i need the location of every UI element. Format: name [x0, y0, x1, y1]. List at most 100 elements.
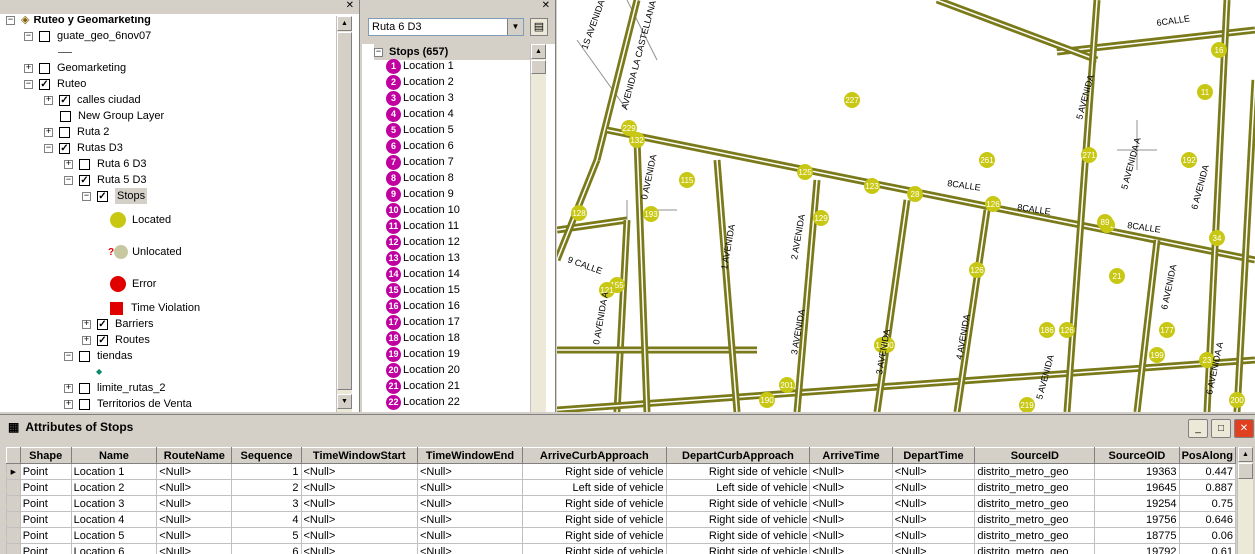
- collapse-icon[interactable]: −: [64, 176, 73, 185]
- table-cell[interactable]: Right side of vehicle: [666, 464, 810, 480]
- table-cell[interactable]: Right side of vehicle: [666, 496, 810, 512]
- table-cell[interactable]: Right side of vehicle: [666, 512, 810, 528]
- toc-item[interactable]: New Group Layer: [60, 108, 164, 124]
- layer-checkbox[interactable]: ✓: [59, 95, 70, 106]
- chevron-down-icon[interactable]: ▼: [507, 19, 523, 35]
- network-close-button[interactable]: ✕: [542, 0, 550, 11]
- stops-scrollbar[interactable]: ▲: [530, 44, 546, 412]
- map-view[interactable]: 2272291127119227116261132115125123281268…: [557, 0, 1255, 412]
- table-row[interactable]: ▶PointLocation 1<Null>1<Null><Null>Right…: [7, 464, 1236, 480]
- table-cell[interactable]: Location 2: [71, 480, 157, 496]
- table-row[interactable]: PointLocation 2<Null>2<Null><Null>Left s…: [7, 480, 1236, 496]
- list-item[interactable]: 6Location 6: [386, 138, 454, 154]
- toc-close-button[interactable]: ✕: [346, 0, 354, 11]
- row-selector[interactable]: [7, 544, 21, 554]
- column-header[interactable]: RouteName: [157, 448, 232, 464]
- table-cell[interactable]: 19756: [1095, 512, 1179, 528]
- table-cell[interactable]: <Null>: [892, 496, 975, 512]
- expand-icon[interactable]: +: [44, 128, 53, 137]
- table-cell[interactable]: 18775: [1095, 528, 1179, 544]
- table-cell[interactable]: Right side of vehicle: [523, 464, 667, 480]
- table-cell[interactable]: <Null>: [157, 480, 232, 496]
- toc-item[interactable]: −tiendas: [64, 348, 132, 364]
- table-cell[interactable]: <Null>: [417, 544, 522, 554]
- list-item[interactable]: 15Location 15: [386, 282, 460, 298]
- column-header[interactable]: SourceID: [975, 448, 1095, 464]
- table-cell[interactable]: <Null>: [810, 544, 892, 554]
- column-header[interactable]: DepartCurbApproach: [666, 448, 810, 464]
- table-cell[interactable]: 3: [232, 496, 301, 512]
- column-header[interactable]: ArriveCurbApproach: [523, 448, 667, 464]
- list-item[interactable]: 22Location 22: [386, 394, 460, 410]
- table-row[interactable]: PointLocation 5<Null>5<Null><Null>Right …: [7, 528, 1236, 544]
- table-cell[interactable]: <Null>: [892, 464, 975, 480]
- table-cell[interactable]: Left side of vehicle: [666, 480, 810, 496]
- table-cell[interactable]: 1: [232, 464, 301, 480]
- table-cell[interactable]: Right side of vehicle: [666, 544, 810, 554]
- toc-item[interactable]: Error: [110, 276, 156, 292]
- table-cell[interactable]: 0.646: [1179, 512, 1235, 528]
- table-cell[interactable]: Point: [20, 496, 71, 512]
- list-item[interactable]: 4Location 4: [386, 106, 454, 122]
- list-item[interactable]: 21Location 21: [386, 378, 460, 394]
- toc-scrollbar[interactable]: ▲ ▼: [336, 16, 352, 412]
- table-cell[interactable]: <Null>: [417, 512, 522, 528]
- table-cell[interactable]: 19792: [1095, 544, 1179, 554]
- table-cell[interactable]: <Null>: [810, 480, 892, 496]
- table-cell[interactable]: <Null>: [157, 512, 232, 528]
- list-item[interactable]: 2Location 2: [386, 74, 454, 90]
- list-item[interactable]: 3Location 3: [386, 90, 454, 106]
- table-cell[interactable]: Right side of vehicle: [523, 544, 667, 554]
- table-cell[interactable]: Point: [20, 464, 71, 480]
- column-header[interactable]: TimeWindowEnd: [417, 448, 522, 464]
- table-cell[interactable]: Right side of vehicle: [523, 528, 667, 544]
- toc-item[interactable]: +✓Barriers: [82, 316, 154, 332]
- table-cell[interactable]: 19254: [1095, 496, 1179, 512]
- layer-checkbox[interactable]: [60, 111, 71, 122]
- list-item[interactable]: 7Location 7: [386, 154, 454, 170]
- list-item[interactable]: 19Location 19: [386, 346, 460, 362]
- layer-checkbox[interactable]: [79, 159, 90, 170]
- table-cell[interactable]: <Null>: [301, 464, 417, 480]
- scroll-up-icon[interactable]: ▲: [1238, 447, 1253, 462]
- table-cell[interactable]: <Null>: [301, 544, 417, 554]
- table-cell[interactable]: 0.75: [1179, 496, 1235, 512]
- toc-item[interactable]: ?Unlocated: [108, 244, 182, 260]
- table-cell[interactable]: Location 3: [71, 496, 157, 512]
- table-cell[interactable]: 0.06: [1179, 528, 1235, 544]
- street-map[interactable]: 2272291127119227116261132115125123281268…: [557, 0, 1255, 412]
- table-cell[interactable]: 0.887: [1179, 480, 1235, 496]
- list-item[interactable]: 14Location 14: [386, 266, 460, 282]
- list-item[interactable]: 9Location 9: [386, 186, 454, 202]
- table-cell[interactable]: 4: [232, 512, 301, 528]
- list-item[interactable]: 13Location 13: [386, 250, 460, 266]
- expand-icon[interactable]: +: [64, 384, 73, 393]
- table-cell[interactable]: 0.447: [1179, 464, 1235, 480]
- table-cell[interactable]: Location 1: [71, 464, 157, 480]
- row-selector[interactable]: [7, 480, 21, 496]
- layer-checkbox[interactable]: ✓: [59, 143, 70, 154]
- row-selector[interactable]: [7, 512, 21, 528]
- column-header[interactable]: DepartTime: [892, 448, 975, 464]
- table-cell[interactable]: 19645: [1095, 480, 1179, 496]
- toc-item[interactable]: −✓Ruteo: [24, 76, 86, 92]
- table-cell[interactable]: <Null>: [810, 496, 892, 512]
- toc-item[interactable]: −◈Ruteo y Geomarketing: [6, 16, 151, 28]
- expand-icon[interactable]: +: [64, 400, 73, 409]
- table-cell[interactable]: Location 5: [71, 528, 157, 544]
- toc-item[interactable]: +Ruta 6 D3: [64, 156, 147, 172]
- layer-checkbox[interactable]: [39, 31, 50, 42]
- table-cell[interactable]: distrito_metro_geo: [975, 496, 1095, 512]
- collapse-icon[interactable]: −: [64, 352, 73, 361]
- minimize-button[interactable]: _: [1188, 419, 1208, 438]
- table-cell[interactable]: <Null>: [301, 480, 417, 496]
- table-cell[interactable]: Point: [20, 512, 71, 528]
- layer-checkbox[interactable]: ✓: [39, 79, 50, 90]
- expand-icon[interactable]: +: [44, 96, 53, 105]
- layer-checkbox[interactable]: [59, 127, 70, 138]
- layer-checkbox[interactable]: [79, 383, 90, 394]
- list-item[interactable]: 20Location 20: [386, 362, 460, 378]
- collapse-icon[interactable]: −: [24, 32, 33, 41]
- scroll-down-icon[interactable]: ▼: [337, 394, 352, 409]
- layer-checkbox[interactable]: ✓: [97, 335, 108, 346]
